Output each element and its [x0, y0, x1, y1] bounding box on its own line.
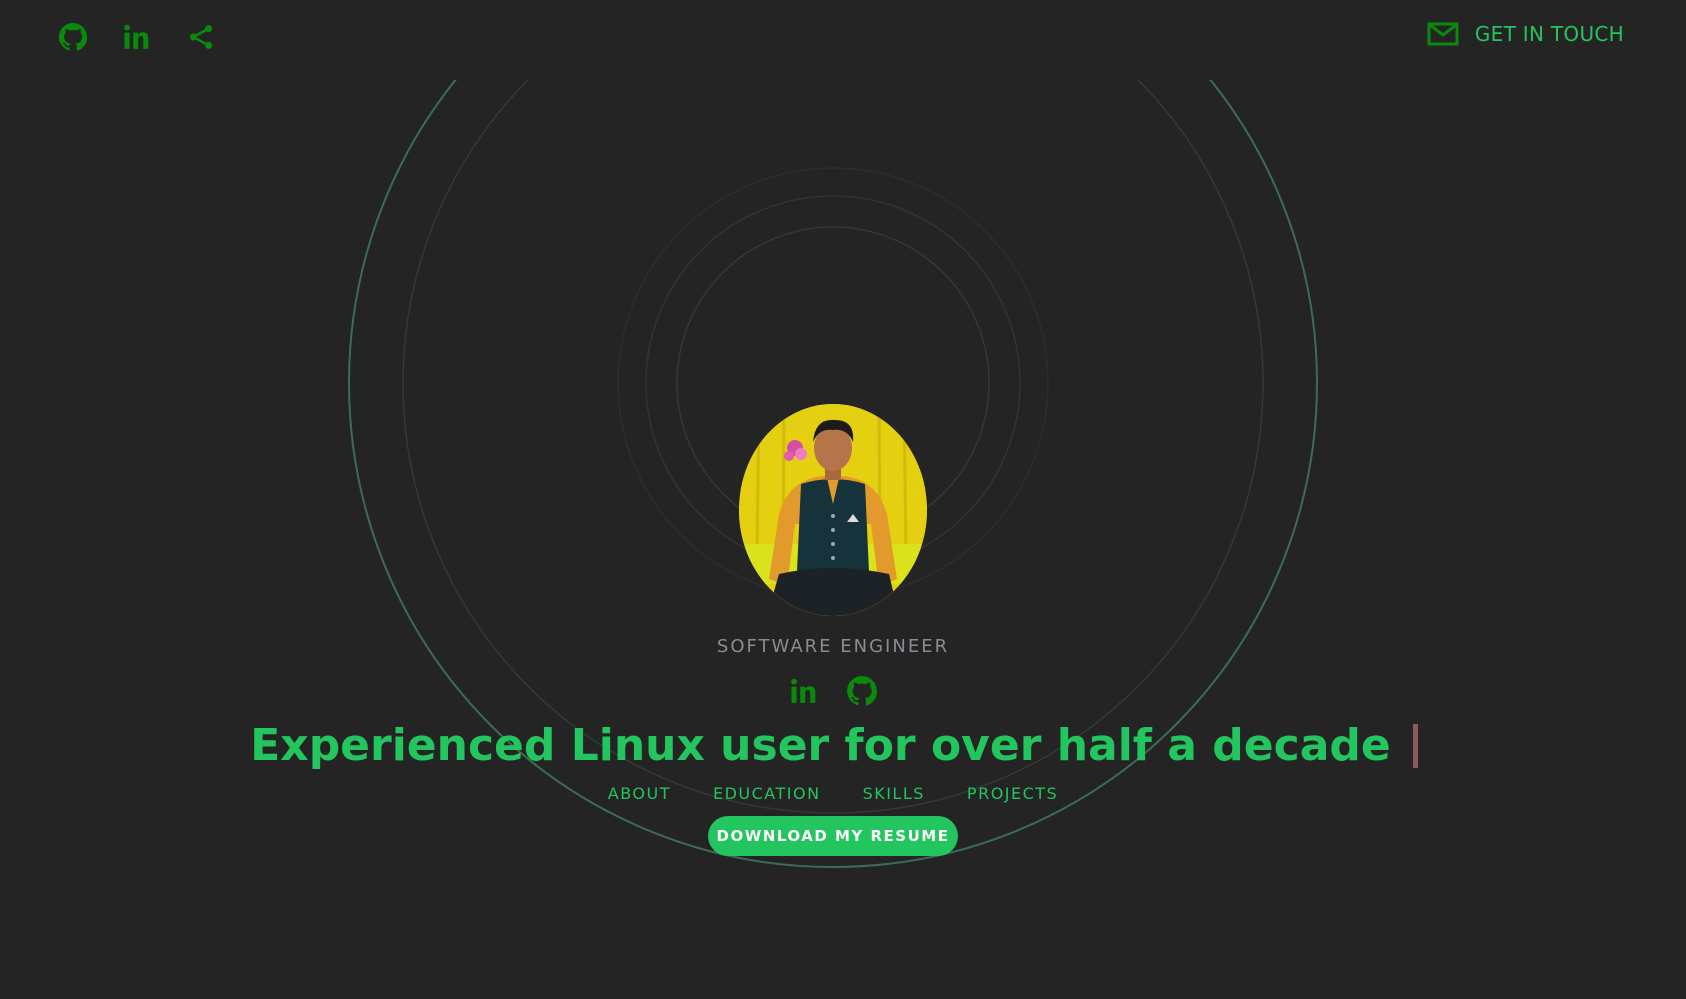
linkedin-icon: [124, 24, 149, 49]
nav-about[interactable]: ABOUT: [608, 784, 671, 803]
typing-cursor: [1412, 724, 1418, 768]
top-header: GET IN TOUCH: [0, 0, 1686, 80]
mail-icon: [1427, 22, 1459, 46]
get-in-touch-label: GET IN TOUCH: [1474, 22, 1624, 46]
linkedin-link[interactable]: [120, 20, 154, 54]
hero-github-link[interactable]: [845, 674, 879, 708]
hero-social-links: [0, 674, 1666, 708]
profile-photo: [739, 404, 927, 616]
hero-linkedin-link[interactable]: [787, 674, 821, 708]
github-icon: [847, 676, 878, 706]
github-icon: [59, 23, 88, 51]
headline: Experienced Linux user for over half a d…: [0, 720, 1668, 771]
profile-photo-illustration: [739, 404, 927, 616]
github-link[interactable]: [56, 20, 90, 54]
portfolio-page: GET IN TOUCH SOFTWARE ENGINEER Experienc…: [0, 0, 1686, 999]
role-title: SOFTWARE ENGINEER: [716, 636, 950, 657]
nav-education[interactable]: EDUCATION: [713, 784, 821, 803]
get-in-touch-link[interactable]: GET IN TOUCH: [1427, 22, 1624, 46]
share-icon: [189, 25, 213, 49]
headline-text: Experienced Linux user for over half a d…: [250, 720, 1391, 771]
hero-section: SOFTWARE ENGINEER Experienced Linux user…: [0, 0, 1686, 999]
share-link[interactable]: [184, 20, 218, 54]
header-social-links: [56, 20, 218, 54]
nav-projects[interactable]: PROJECTS: [967, 784, 1058, 803]
linkedin-icon: [791, 678, 816, 703]
nav-skills[interactable]: SKILLS: [863, 784, 925, 803]
download-resume-button[interactable]: DOWNLOAD MY RESUME: [708, 816, 958, 856]
section-nav: ABOUT EDUCATION SKILLS PROJECTS: [0, 784, 1666, 803]
